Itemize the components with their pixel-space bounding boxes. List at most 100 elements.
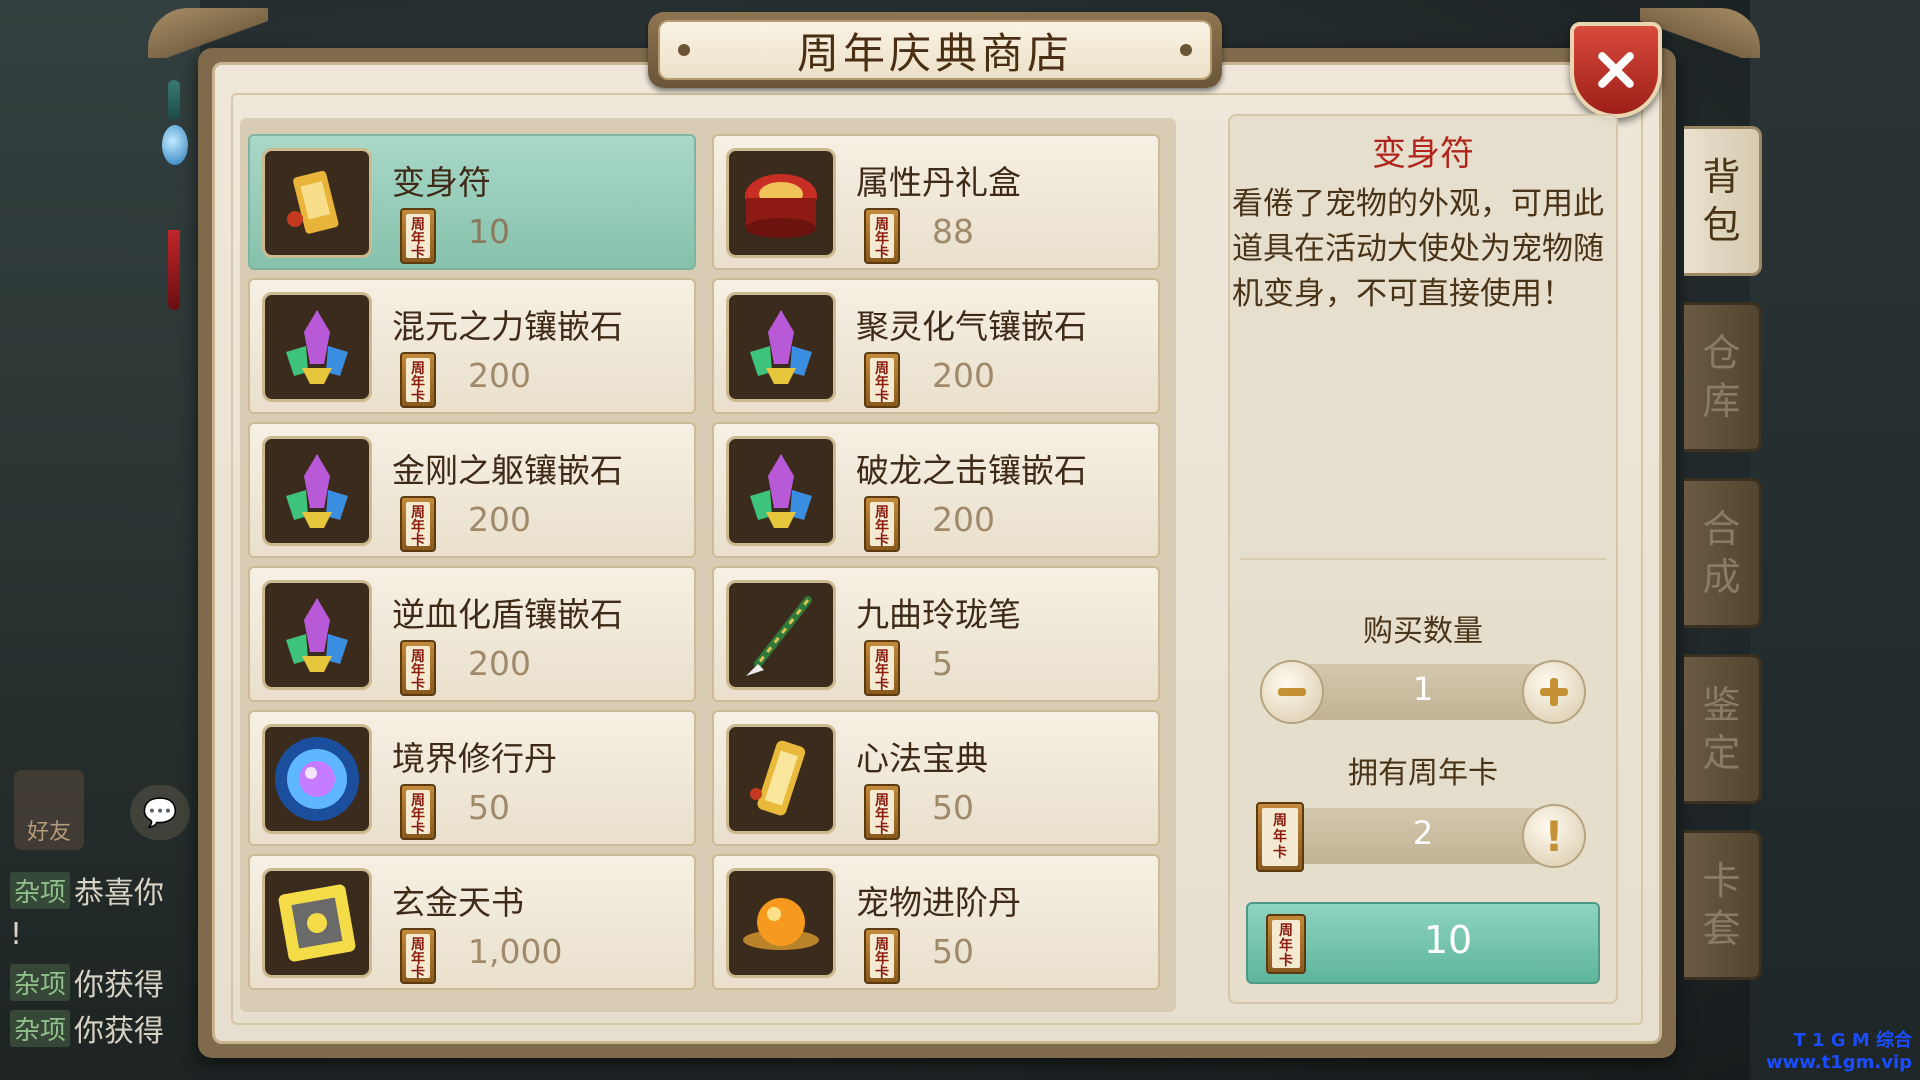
item-detail-panel: 变身符 看倦了宠物的外观，可用此道具在活动大使处为宠物随机变身，不可直接使用！ … bbox=[1228, 114, 1618, 1004]
anniversary-card-icon: 周年卡 bbox=[400, 496, 436, 552]
item-price: 200 bbox=[468, 356, 531, 395]
chat-area: 杂项 恭喜你 ! 杂项 你获得 杂项 你获得 bbox=[0, 860, 195, 1080]
close-icon bbox=[1598, 52, 1634, 88]
shop-item-6[interactable]: 破龙之击镶嵌石周年卡 200 bbox=[712, 422, 1160, 558]
plus-button[interactable] bbox=[1522, 660, 1586, 724]
background-scene-right bbox=[1750, 0, 1920, 1080]
quantity-value: 1 bbox=[1412, 670, 1434, 708]
item-price: 50 bbox=[932, 932, 974, 971]
scroll-book-icon bbox=[726, 724, 836, 834]
anniversary-card-icon: 周年卡 bbox=[400, 352, 436, 408]
friend-button[interactable]: 好友 bbox=[14, 770, 84, 850]
anniversary-card-icon: 周年卡 bbox=[400, 928, 436, 984]
side-tab-3[interactable]: 合成 bbox=[1684, 478, 1762, 628]
shop-title: 周年庆典商店 bbox=[796, 28, 1073, 78]
minus-button[interactable] bbox=[1260, 660, 1324, 724]
plus-icon bbox=[1540, 678, 1568, 706]
shop-item-3[interactable]: 混元之力镶嵌石周年卡 200 bbox=[248, 278, 696, 414]
item-price: 50 bbox=[932, 788, 974, 827]
chat-tag: 杂项 bbox=[10, 1009, 71, 1047]
anniversary-card-icon: 周年卡 bbox=[400, 784, 436, 840]
item-name: 混元之力镶嵌石 bbox=[392, 307, 623, 346]
side-tab-label-bottom: 成 bbox=[1702, 555, 1741, 599]
shop-item-11[interactable]: 玄金天书周年卡 1,000 bbox=[248, 854, 696, 990]
item-name: 属性丹礼盒 bbox=[856, 163, 1021, 202]
item-price: 5 bbox=[932, 644, 953, 683]
shop-item-7[interactable]: 逆血化盾镶嵌石周年卡 200 bbox=[248, 566, 696, 702]
chat-line: 杂项 恭喜你 bbox=[10, 870, 165, 911]
quantity-stepper[interactable]: 1 bbox=[1260, 660, 1586, 724]
shop-item-4[interactable]: 聚灵化气镶嵌石周年卡 200 bbox=[712, 278, 1160, 414]
item-grid[interactable]: 变身符周年卡 10 属性丹礼盒周年卡 88 混元之力镶嵌石周年卡 200 聚灵化气镶嵌石周年… bbox=[240, 118, 1176, 1012]
divider bbox=[1240, 558, 1606, 560]
anniversary-card-icon: 周年卡 bbox=[864, 496, 900, 552]
chat-tag: 杂项 bbox=[10, 871, 71, 909]
side-tab-label-bottom: 包 bbox=[1702, 203, 1741, 247]
pet-pill-icon bbox=[726, 868, 836, 978]
shop-item-5[interactable]: 金刚之躯镶嵌石周年卡 200 bbox=[248, 422, 696, 558]
side-tab-5[interactable]: 卡套 bbox=[1684, 830, 1762, 980]
chat-bubble-icon[interactable]: 💬 bbox=[130, 785, 190, 840]
crystal-gem-icon bbox=[726, 292, 836, 402]
watermark-line2: www.t1gm.vip bbox=[1766, 1052, 1912, 1073]
info-button[interactable]: ! bbox=[1522, 804, 1586, 868]
minus-icon bbox=[1278, 688, 1306, 696]
crystal-gem-icon bbox=[262, 436, 372, 546]
pill-giftbox-icon bbox=[726, 148, 836, 258]
crystal-gem-icon bbox=[262, 580, 372, 690]
shop-item-2[interactable]: 属性丹礼盒周年卡 88 bbox=[712, 134, 1160, 270]
chat-line: ! bbox=[10, 914, 22, 954]
shop-item-1[interactable]: 变身符周年卡 10 bbox=[248, 134, 696, 270]
anniversary-card-icon: 周年卡 bbox=[864, 352, 900, 408]
owned-value: 2 bbox=[1412, 814, 1434, 852]
item-price: 10 bbox=[468, 212, 510, 251]
shop-item-10[interactable]: 心法宝典周年卡 50 bbox=[712, 710, 1160, 846]
item-price: 200 bbox=[932, 500, 995, 539]
buy-button[interactable]: 周 年 卡 10 bbox=[1246, 902, 1600, 984]
golden-book-icon bbox=[262, 868, 372, 978]
exclamation-icon: ! bbox=[1544, 811, 1564, 861]
quantity-label: 购买数量 bbox=[1363, 614, 1483, 649]
item-name: 宠物进阶丹 bbox=[856, 883, 1021, 922]
anniversary-card-icon: 周年卡 bbox=[864, 640, 900, 696]
chat-text: 恭喜你 bbox=[74, 876, 165, 911]
item-name: 九曲玲珑笔 bbox=[856, 595, 1021, 634]
item-name: 心法宝典 bbox=[856, 739, 988, 778]
transform-talisman-icon bbox=[262, 148, 372, 258]
chat-tag: 杂项 bbox=[10, 963, 71, 1001]
shop-item-8[interactable]: 九曲玲珑笔周年卡 5 bbox=[712, 566, 1160, 702]
hanging-ornament bbox=[160, 80, 190, 310]
item-price: 200 bbox=[468, 644, 531, 683]
anniversary-card-icon: 周年卡 bbox=[864, 208, 900, 264]
item-name: 境界修行丹 bbox=[392, 739, 557, 778]
chat-line: 杂项 你获得 bbox=[10, 962, 165, 1003]
side-tab-label-top: 合 bbox=[1702, 507, 1741, 551]
item-price: 1,000 bbox=[468, 932, 563, 971]
anniversary-card-icon: 周 年 卡 bbox=[1256, 802, 1304, 872]
anniversary-card-icon: 周年卡 bbox=[864, 784, 900, 840]
chat-line: 杂项 你获得 bbox=[10, 1008, 164, 1049]
owned-counter: 周 年 卡 2 ! bbox=[1256, 802, 1586, 872]
side-tab-2[interactable]: 仓库 bbox=[1684, 302, 1762, 452]
side-tab-1[interactable]: 背包 bbox=[1684, 126, 1762, 276]
item-price: 200 bbox=[932, 356, 995, 395]
side-tab-4[interactable]: 鉴定 bbox=[1684, 654, 1762, 804]
item-name: 逆血化盾镶嵌石 bbox=[392, 595, 623, 634]
side-tab-label-top: 背 bbox=[1702, 155, 1741, 199]
item-price: 200 bbox=[468, 500, 531, 539]
chat-text: 你获得 bbox=[74, 968, 165, 1003]
shop-item-12[interactable]: 宠物进阶丹周年卡 50 bbox=[712, 854, 1160, 990]
crystal-gem-icon bbox=[262, 292, 372, 402]
detail-description: 看倦了宠物的外观，可用此道具在活动大使处为宠物随机变身，不可直接使用！ bbox=[1232, 186, 1604, 312]
item-price: 88 bbox=[932, 212, 974, 251]
close-button[interactable] bbox=[1570, 22, 1662, 118]
shop-item-9[interactable]: 境界修行丹周年卡 50 bbox=[248, 710, 696, 846]
item-name: 破龙之击镶嵌石 bbox=[856, 451, 1087, 490]
watermark-line1: T 1 G M 综合 bbox=[1793, 1030, 1912, 1051]
friend-label: 好友 bbox=[26, 820, 71, 845]
item-name: 玄金天书 bbox=[392, 883, 524, 922]
side-tab-label-bottom: 定 bbox=[1702, 731, 1741, 775]
brush-pen-icon bbox=[726, 580, 836, 690]
buy-price: 10 bbox=[1423, 918, 1473, 962]
item-name: 变身符 bbox=[392, 163, 491, 202]
